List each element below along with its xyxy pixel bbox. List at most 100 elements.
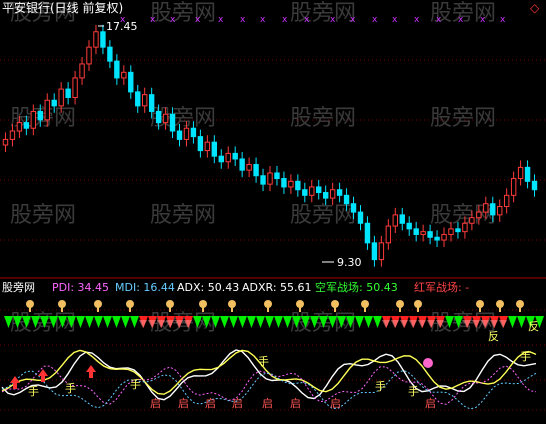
candle-body	[350, 203, 357, 213]
candle-body	[406, 222, 412, 230]
hand-icon-stem	[334, 306, 336, 312]
hand-icon-stem	[202, 306, 204, 312]
candle-body	[121, 71, 127, 79]
candle-body	[510, 178, 517, 196]
candle-body	[79, 63, 85, 79]
signal-qi: 启	[178, 397, 189, 410]
chart-title: 平安银行(日线 前复权)	[2, 0, 123, 15]
low-label: 9.30	[337, 256, 362, 269]
x-marker: x	[260, 15, 266, 25]
hand-icon-stem	[299, 306, 301, 312]
candle-body	[65, 88, 71, 98]
hong-label: 红军战场: -	[414, 280, 469, 294]
candle-body	[142, 94, 148, 107]
candle-body	[16, 122, 23, 132]
hand-icon-stem	[97, 306, 99, 312]
candle-body	[30, 110, 37, 129]
watermark-text: 股旁网	[150, 1, 216, 26]
candle-body	[322, 192, 329, 199]
hand-icon-stem	[417, 306, 419, 312]
hand-icon-stem	[29, 306, 31, 312]
signal-qi: 启	[232, 397, 243, 410]
hand-icon-stem	[399, 306, 401, 312]
candle-body	[455, 228, 461, 233]
candle-body	[2, 138, 9, 146]
signal-shou: 手	[408, 384, 419, 398]
x-marker: x	[240, 15, 246, 25]
candle-body	[72, 77, 78, 98]
x-marker: x	[150, 15, 156, 25]
candle-body	[364, 222, 371, 244]
dot-marker	[423, 358, 433, 368]
candle-body	[246, 164, 252, 171]
hand-icon-stem	[479, 306, 481, 312]
candle-body	[399, 214, 405, 224]
hand-icon-stem	[499, 306, 501, 312]
candle-body	[316, 186, 322, 194]
candle-body	[524, 166, 531, 182]
candle-body	[274, 172, 280, 180]
candle-body	[162, 113, 169, 124]
candle-body	[517, 166, 524, 180]
x-marker: x	[218, 15, 224, 25]
signal-shou: 手	[258, 354, 269, 368]
indicator-site: 股旁网	[2, 280, 35, 294]
candle-body	[371, 242, 378, 261]
candle-body	[420, 231, 426, 235]
candle-body	[204, 141, 211, 152]
candle-body	[413, 228, 419, 235]
candle-body	[23, 122, 30, 129]
x-marker: x	[480, 15, 486, 25]
candle-body	[253, 164, 259, 177]
hand-icon-stem	[267, 306, 269, 312]
pdi-label: PDI: 34.45	[52, 281, 109, 294]
x-marker: x	[372, 15, 378, 25]
hand-icon-stem	[519, 306, 521, 312]
candle-body	[9, 130, 16, 140]
hand-icon-stem	[231, 306, 233, 312]
candle-body	[281, 178, 287, 188]
candle-body	[329, 189, 336, 199]
candle-body	[232, 152, 238, 160]
diamond-icon[interactable]: ◇	[530, 1, 540, 15]
hand-icon-stem	[61, 306, 63, 312]
signal-qi: 启	[262, 397, 273, 410]
candle-body	[211, 141, 218, 157]
signal-qi: 启	[150, 397, 161, 410]
x-marker: x	[170, 15, 176, 25]
candle-body	[497, 206, 503, 216]
mdi-label: MDI: 16.44	[115, 281, 175, 294]
candle-body	[155, 110, 162, 124]
signal-qi: 启	[290, 397, 301, 410]
candle-body	[503, 194, 510, 207]
candle-body	[531, 180, 538, 191]
high-label: 17.45	[106, 20, 138, 33]
x-marker: x	[392, 15, 398, 25]
candle-body	[239, 158, 245, 171]
signal-qi: 启	[330, 397, 341, 410]
candle-body	[114, 60, 120, 79]
candle-body	[44, 99, 50, 121]
candle-body	[100, 31, 106, 48]
candle-body	[469, 217, 475, 224]
signal-fan: 反	[488, 330, 499, 343]
candle-body	[176, 130, 183, 140]
signal-shou: 手	[520, 349, 531, 363]
candle-body	[476, 211, 482, 219]
candle-body	[441, 233, 447, 241]
candle-body	[135, 91, 141, 107]
x-marker: x	[458, 15, 464, 25]
candle-body	[197, 136, 204, 152]
signal-qi: 启	[205, 397, 216, 410]
candle-body	[295, 180, 301, 191]
kong-label: 空军战场: 50.43	[315, 280, 398, 294]
hand-icon-stem	[169, 306, 171, 312]
candle-body	[309, 186, 315, 196]
candle-body	[58, 88, 64, 107]
candle-body	[288, 180, 294, 188]
candle-body	[483, 203, 489, 213]
x-marker: x	[304, 15, 310, 25]
candle-body	[218, 155, 224, 163]
signal-qi: 启	[425, 397, 436, 410]
watermark-text: 股旁网	[430, 106, 496, 131]
